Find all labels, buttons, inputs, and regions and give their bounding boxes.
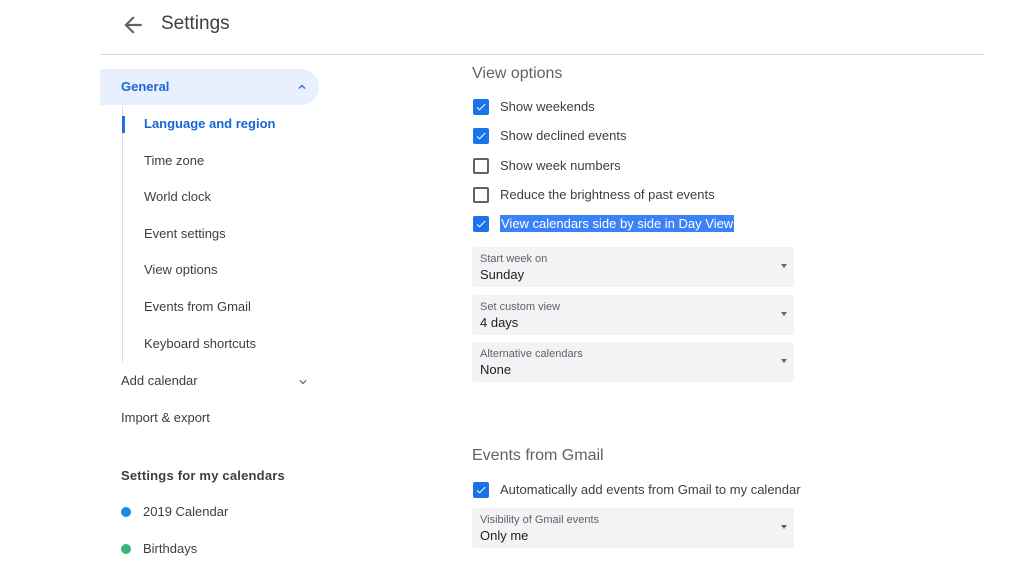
sidebar-item-time-zone[interactable]: Time zone [123,143,322,180]
select-value: Sunday [480,267,525,282]
select-caption: Visibility of Gmail events [480,514,600,526]
header: Settings [0,0,1024,54]
sidebar-item-label: Events from Gmail [144,298,251,314]
sidebar-item-label: Keyboard shortcuts [144,335,257,351]
alternative-calendars-select[interactable]: Alternative calendars None [472,342,794,382]
calendar-color-dot [121,544,131,554]
show-declined-events-checkbox-row[interactable]: Show declined events [472,126,872,146]
sidebar: General Language and region Time zone Wo… [0,55,330,576]
checkmark-icon [476,486,486,494]
sidebar-item-calendar[interactable]: 2019 Calendar [121,504,228,519]
chevron-down-icon[interactable] [296,375,310,389]
sidebar-item-label: World clock [144,189,211,205]
show-weekends-checkbox-row[interactable]: Show weekends [472,97,872,117]
checkbox-label: Automatically add events from Gmail to m… [500,482,801,497]
checkbox-label: Show declined events [500,128,627,143]
arrow-left-icon [124,16,142,34]
start-week-on-select[interactable]: Start week on Sunday [472,247,794,287]
checkmark-icon [476,103,486,111]
chevron-up-icon[interactable] [295,80,309,94]
show-weekends-checkbox[interactable] [473,99,489,115]
select-caption: Set custom view [480,301,561,313]
checkmark-icon [476,132,486,140]
calendar-label: 2019 Calendar [143,504,229,519]
select-value: 4 days [480,315,519,330]
my-calendars-heading: Settings for my calendars [121,468,285,483]
reduce-brightness-checkbox-row[interactable]: Reduce the brightness of past events [472,185,872,205]
select-value: None [480,362,512,377]
sidebar-item-calendar[interactable]: Birthdays [121,541,197,556]
gmail-events-checkbox-row[interactable]: Automatically add events from Gmail to m… [472,480,832,500]
calendar-color-dot [121,507,131,517]
sidebar-item-general[interactable]: General [100,69,319,105]
sidebar-item-world-clock[interactable]: World clock [123,179,322,216]
checkmark-icon [476,220,486,228]
checkbox-label: Show weekends [500,99,595,114]
sidebar-item-label: Language and region [144,116,276,131]
sidebar-item-label: Add calendar [121,373,198,388]
sidebar-item-import-export[interactable]: Import & export [121,410,210,425]
sidebar-item-label: Event settings [144,225,226,241]
sidebar-item-keyboard-shortcuts[interactable]: Keyboard shortcuts [123,326,322,363]
dropdown-arrow-icon [781,525,787,529]
sidebar-item-label: Import & export [121,410,210,425]
gmail-visibility-select[interactable]: Visibility of Gmail events Only me [472,508,794,548]
checkbox-label: Show week numbers [500,158,621,173]
sidebar-item-language-and-region[interactable]: Language and region [122,106,322,143]
select-value: Only me [480,528,529,543]
sidebar-item-events-from-gmail[interactable]: Events from Gmail [123,289,322,326]
show-week-numbers-checkbox-row[interactable]: Show week numbers [472,156,872,176]
dropdown-arrow-icon [781,359,787,363]
back-button[interactable] [120,12,146,38]
sidebar-item-label: General [121,79,170,94]
dropdown-arrow-icon [781,312,787,316]
dropdown-arrow-icon [781,264,787,268]
settings-content: View options Show weekends Show declined… [472,55,1012,576]
reduce-brightness-checkbox[interactable] [473,187,489,203]
select-caption: Start week on [480,253,548,265]
sidebar-item-add-calendar[interactable]: Add calendar [121,373,321,393]
page-title: Settings [161,13,230,34]
events-from-gmail-title: Events from Gmail [472,447,604,464]
gmail-events-checkbox[interactable] [473,482,489,498]
show-week-numbers-checkbox[interactable] [473,158,489,174]
view-options-title: View options [472,65,563,82]
sidebar-item-label: View options [144,262,218,278]
side-by-side-checkbox[interactable] [473,216,489,232]
show-declined-events-checkbox[interactable] [473,128,489,144]
sidebar-item-view-options[interactable]: View options [123,252,322,289]
checkbox-label-selected: View calendars side by side in Day View [500,215,735,232]
general-subnav: Language and region Time zone World cloc… [122,106,322,363]
side-by-side-checkbox-row[interactable]: View calendars side by side in Day View [472,214,872,234]
select-caption: Alternative calendars [480,348,583,360]
calendar-label: Birthdays [143,541,198,556]
sidebar-item-label: Time zone [144,152,205,168]
checkbox-label: Reduce the brightness of past events [500,187,715,202]
sidebar-item-event-settings[interactable]: Event settings [123,216,322,253]
custom-view-select[interactable]: Set custom view 4 days [472,295,794,335]
